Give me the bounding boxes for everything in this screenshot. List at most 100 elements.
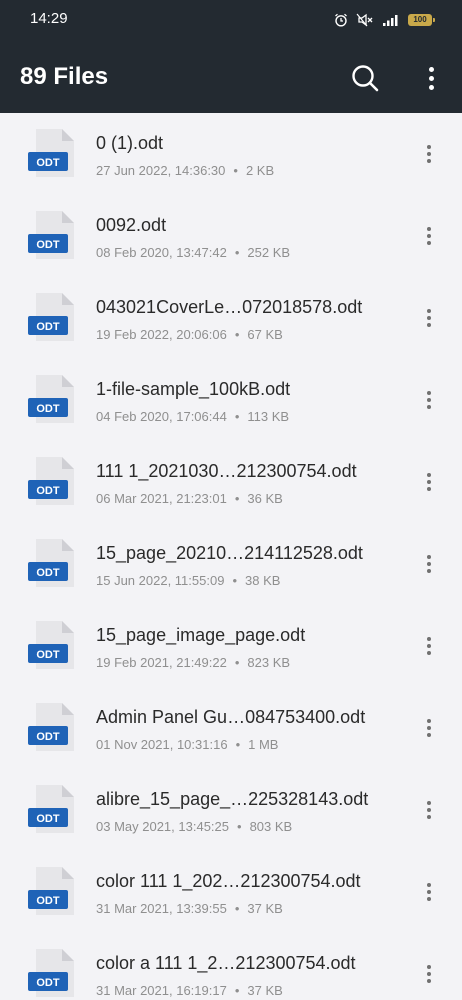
svg-text:ODT: ODT <box>36 649 60 661</box>
svg-text:ODT: ODT <box>36 977 60 989</box>
search-button[interactable] <box>348 61 382 95</box>
file-size: 1 MB <box>248 737 279 752</box>
file-row[interactable]: ODT 043021CoverLe…072018578.odt 19 Feb 2… <box>0 277 462 359</box>
file-meta: 06 Mar 2021, 21:23:01 • 36 KB <box>96 491 283 506</box>
odt-file-icon: ODT <box>28 293 74 341</box>
more-vert-icon <box>427 473 431 477</box>
file-row[interactable]: ODT 0092.odt 08 Feb 2020, 13:47:42 • 252 K… <box>0 195 462 277</box>
odt-file-icon: ODT <box>28 129 74 177</box>
meta-separator: • <box>234 983 240 998</box>
meta-separator: • <box>233 163 238 178</box>
file-row[interactable]: ODT Admin Panel Gu…084753400.odt 01 Nov … <box>0 687 462 769</box>
file-meta: 19 Feb 2022, 20:06:06 • 67 KB <box>96 327 283 342</box>
file-meta: 27 Jun 2022, 14:36:30 • 2 KB <box>96 163 274 178</box>
alarm-icon <box>335 13 347 27</box>
more-vert-icon <box>427 637 431 641</box>
meta-separator: • <box>234 491 240 506</box>
file-date: 06 Mar 2021, 21:23:01 <box>96 491 227 506</box>
file-date: 01 Nov 2021, 10:31:16 <box>96 737 228 752</box>
file-more-button[interactable] <box>422 472 436 492</box>
file-row[interactable]: ODT color 111 1_202…212300754.odt 31 Mar… <box>0 851 462 933</box>
file-more-button[interactable] <box>422 800 436 820</box>
more-vert-icon <box>427 555 431 559</box>
file-name: alibre_15_page_…225328143.odt <box>96 789 369 809</box>
file-date: 19 Feb 2022, 20:06:06 <box>96 327 227 342</box>
svg-text:ODT: ODT <box>36 567 60 579</box>
meta-separator: • <box>235 737 241 752</box>
svg-text:ODT: ODT <box>36 731 60 743</box>
file-size: 2 KB <box>245 163 275 178</box>
file-more-button[interactable] <box>422 308 436 328</box>
file-size: 803 KB <box>249 819 293 834</box>
file-size: 37 KB <box>247 901 283 916</box>
file-more-button[interactable] <box>422 554 436 574</box>
file-date: 04 Feb 2020, 17:06:44 <box>96 409 227 424</box>
file-more-button[interactable] <box>422 390 436 410</box>
file-name: 0092.odt <box>96 215 167 235</box>
svg-text:ODT: ODT <box>36 813 60 825</box>
file-more-button[interactable] <box>422 226 436 246</box>
file-size: 36 KB <box>247 491 283 506</box>
status-icons: 100 <box>334 11 435 29</box>
overflow-menu-button[interactable] <box>418 61 444 95</box>
file-more-button[interactable] <box>422 882 436 902</box>
file-name: 15_page_image_page.odt <box>96 625 306 645</box>
file-date: 08 Feb 2020, 13:47:42 <box>96 245 227 260</box>
svg-text:ODT: ODT <box>36 321 60 333</box>
file-date: 31 Mar 2021, 13:39:55 <box>96 901 227 916</box>
meta-separator: • <box>234 409 240 424</box>
file-row[interactable]: ODT color a 111 1_2…212300754.odt 31 Mar… <box>0 933 462 1000</box>
file-more-button[interactable] <box>422 718 436 738</box>
signal-icon <box>383 15 398 26</box>
file-size: 113 KB <box>247 409 290 424</box>
file-date: 15 Jun 2022, 11:55:09 <box>96 573 225 588</box>
status-time: 14:29 <box>30 10 68 27</box>
file-name: 043021CoverLe…072018578.odt <box>96 297 363 317</box>
more-vert-icon <box>427 883 431 887</box>
more-vert-icon <box>427 227 431 231</box>
file-row[interactable]: ODT 111 1_2021030…212300754.odt 06 Mar 2… <box>0 441 462 523</box>
file-more-button[interactable] <box>422 964 436 984</box>
odt-file-icon: ODT <box>28 949 74 997</box>
more-vert-icon <box>427 309 431 313</box>
file-row[interactable]: ODT 0 (1).odt 27 Jun 2022, 14:36:30 • 2 KB <box>0 113 462 195</box>
file-more-button[interactable] <box>422 636 436 656</box>
file-row[interactable]: ODT 1-file-sample_100kB.odt 04 Feb 2020,… <box>0 359 462 441</box>
file-meta: 31 Mar 2021, 13:39:55 • 37 KB <box>96 901 283 916</box>
more-vert-icon <box>427 719 431 723</box>
svg-text:ODT: ODT <box>36 239 60 251</box>
file-name: color a 111 1_2…212300754.odt <box>96 953 356 973</box>
file-size: 252 KB <box>247 245 291 260</box>
more-vert-icon <box>427 391 431 395</box>
status-bar: 14:29 100 <box>0 0 462 40</box>
file-meta: 03 May 2021, 13:45:25 • 803 KB <box>96 819 292 834</box>
meta-separator: • <box>232 573 237 588</box>
file-more-button[interactable] <box>422 144 436 164</box>
file-meta: 31 Mar 2021, 16:19:17 • 37 KB <box>96 983 283 998</box>
file-date: 03 May 2021, 13:45:25 <box>96 819 229 834</box>
meta-separator: • <box>234 245 240 260</box>
page-title: 89 Files <box>20 63 109 90</box>
more-vert-icon <box>427 145 431 149</box>
svg-text:ODT: ODT <box>36 157 60 169</box>
file-size: 67 KB <box>247 327 283 342</box>
file-row[interactable]: ODT 15_page_20210…214112528.odt 15 Jun 2… <box>0 523 462 605</box>
odt-file-icon: ODT <box>28 621 74 669</box>
odt-file-icon: ODT <box>28 785 74 833</box>
odt-file-icon: ODT <box>28 703 74 751</box>
meta-separator: • <box>234 901 240 916</box>
mute-icon <box>356 13 373 27</box>
odt-file-icon: ODT <box>28 375 74 423</box>
odt-file-icon: ODT <box>28 539 74 587</box>
file-size: 38 KB <box>245 573 281 588</box>
file-date: 31 Mar 2021, 16:19:17 <box>96 983 227 998</box>
battery-icon: 100 <box>408 14 435 26</box>
file-row[interactable]: ODT alibre_15_page_…225328143.odt 03 May… <box>0 769 462 851</box>
file-name: color 111 1_202…212300754.odt <box>96 871 361 891</box>
file-date: 27 Jun 2022, 14:36:30 <box>96 163 226 178</box>
file-meta: 15 Jun 2022, 11:55:09 • 38 KB <box>96 573 280 588</box>
file-row[interactable]: ODT 15_page_image_page.odt 19 Feb 2021, … <box>0 605 462 687</box>
app-header: 14:29 100 89 Files <box>0 0 462 113</box>
more-vert-icon <box>427 965 431 969</box>
file-name: 1-file-sample_100kB.odt <box>96 379 291 399</box>
